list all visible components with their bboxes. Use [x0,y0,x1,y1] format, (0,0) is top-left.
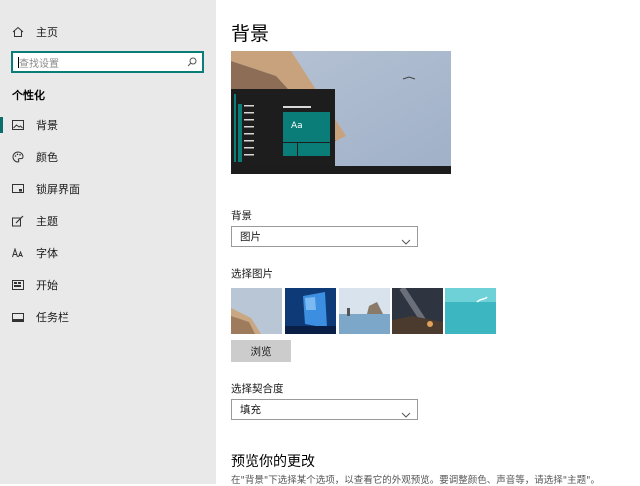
picture-icon [11,118,25,132]
start-icon [11,278,25,292]
picture-thumbnail[interactable] [231,288,282,334]
section-title: 个性化 [12,89,45,102]
thumbnail-image [339,288,390,334]
lock-screen-icon [11,182,25,196]
preview-tile-aa: Aa [283,112,330,142]
sidebar-item-label: 主页 [36,26,58,39]
main-content: 背景 Aa 背景 图片 选择图片 浏览 选择契合度 填充 预览你的更改 在"背景… [216,0,640,486]
sidebar-item-label: 任务栏 [36,311,69,324]
sidebar-item-label: 主题 [36,215,58,228]
thumbnail-image [285,288,336,334]
sidebar-item-background[interactable]: 背景 [0,114,216,136]
thumbnail-image [445,288,496,334]
thumbnail-image [392,288,443,334]
search-icon[interactable] [187,57,197,67]
sidebar-item-label: 颜色 [36,151,58,164]
preview-start-menu: Aa [231,89,335,166]
browse-button[interactable]: 浏览 [231,340,291,362]
fit-dropdown[interactable]: 填充 [231,399,418,420]
search-input[interactable]: 查找设置 [11,51,204,73]
fit-label: 选择契合度 [231,383,284,395]
sidebar-item-label: 开始 [36,279,58,292]
thumbnail-image [231,288,282,334]
background-dropdown[interactable]: 图片 [231,226,418,247]
choose-picture-label: 选择图片 [231,268,273,280]
picture-thumbnail[interactable] [392,288,443,334]
sidebar-item-fonts[interactable]: 字体 [0,242,216,264]
font-icon [11,246,25,260]
sidebar-item-label: 字体 [36,247,58,260]
sidebar-item-themes[interactable]: 主题 [0,210,216,232]
sidebar-item-label: 锁屏界面 [36,183,80,196]
fit-dropdown-value: 填充 [240,404,261,416]
page-title: 背景 [231,23,270,45]
preview-changes-title: 预览你的更改 [231,454,315,470]
sidebar-item-taskbar[interactable]: 任务栏 [0,306,216,328]
sidebar-item-home[interactable]: 主页 [0,21,216,43]
sidebar-item-label: 背景 [36,119,58,132]
palette-icon [11,150,25,164]
taskbar-icon [11,310,25,324]
background-preview: Aa [231,51,451,174]
themes-icon [11,214,25,228]
search-placeholder: 查找设置 [19,58,59,70]
picture-thumbnail[interactable] [339,288,390,334]
sidebar-item-lock-screen[interactable]: 锁屏界面 [0,178,216,200]
chevron-down-icon [401,232,411,245]
text-caret [18,57,19,68]
sidebar-item-start[interactable]: 开始 [0,274,216,296]
background-label: 背景 [231,210,252,222]
preview-tile-text: Aa [291,121,303,131]
background-dropdown-value: 图片 [240,231,261,243]
sidebar-item-colors[interactable]: 颜色 [0,146,216,168]
home-icon [11,25,25,39]
picture-thumbnail[interactable] [445,288,496,334]
picture-thumbnail[interactable] [285,288,336,334]
settings-sidebar: 主页 查找设置 个性化 背景 颜色 锁屏界面 主题 字体 开始 任务栏 [0,0,216,484]
chevron-down-icon [401,405,411,418]
